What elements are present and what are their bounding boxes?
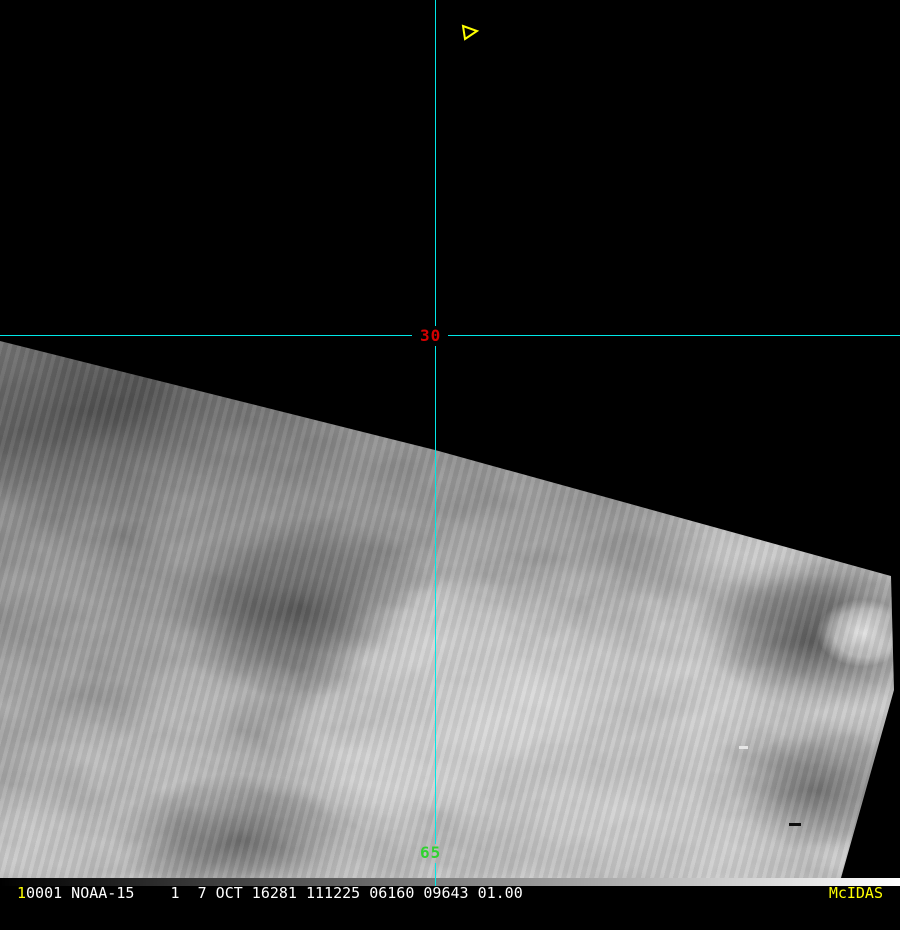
satellite-image[interactable] [0,341,894,878]
longitude-line-top [435,0,436,326]
image-speck-dark [789,823,801,826]
image-speck-light [739,746,748,749]
latitude-line-left [0,335,412,336]
longitude-line-middle [435,346,436,844]
scanline-striping [0,341,894,878]
longitude-line-bottom [435,863,436,886]
mcidas-label: McIDAS [828,884,883,902]
latitude-label: 30 [420,326,442,345]
frame-number: 1 [17,884,27,902]
cursor-pointer-icon[interactable] [456,21,482,45]
latitude-line-right [448,335,900,336]
status-bar: 10001 NOAA-15 1 7 OCT 16281 111225 06160… [0,884,900,902]
image-value-label: 65 [420,843,442,862]
status-text: 10001 NOAA-15 1 7 OCT 16281 111225 06160… [17,884,523,902]
image-info-text: 0001 NOAA-15 1 7 OCT 16281 111225 06160 … [26,884,523,902]
